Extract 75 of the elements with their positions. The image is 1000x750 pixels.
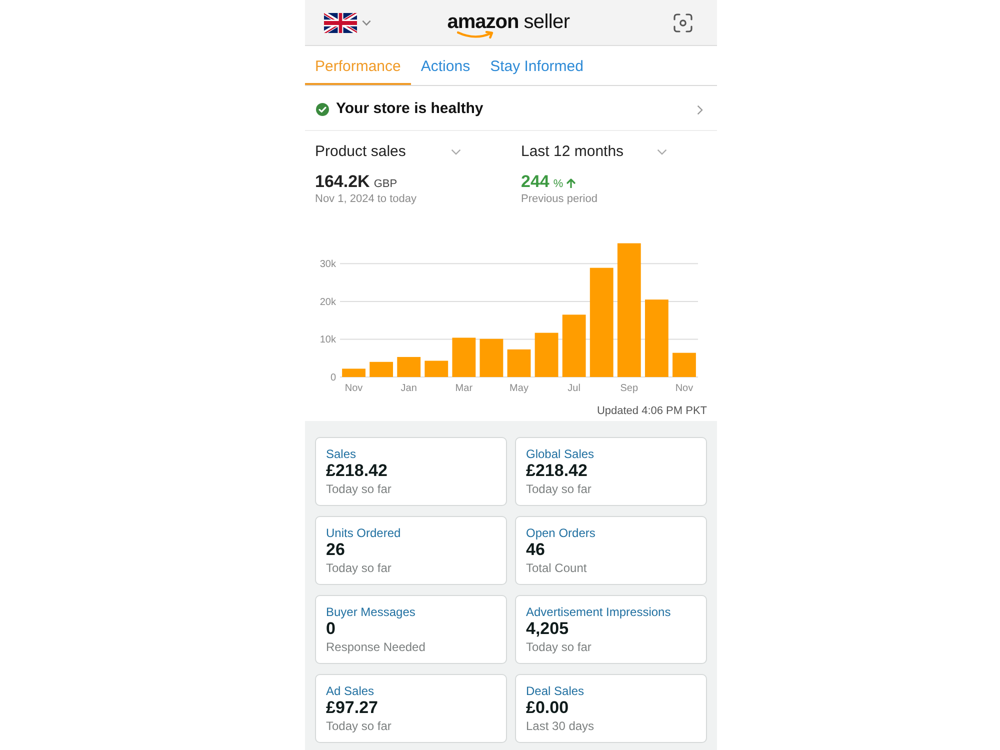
metric-card[interactable]: Buyer Messages 0 Response Needed xyxy=(315,595,507,664)
card-caption: Today so far xyxy=(326,718,392,734)
card-title: Buyer Messages xyxy=(326,605,416,619)
chevron-down-icon[interactable] xyxy=(362,20,371,26)
y-axis-label: 30k xyxy=(320,259,336,270)
y-axis-label: 20k xyxy=(320,296,336,308)
metric-card[interactable]: Sales £218.42 Today so far xyxy=(315,437,507,506)
bar xyxy=(370,362,393,377)
period-dropdown[interactable]: Last 12 months xyxy=(521,142,667,162)
card-caption: Response Needed xyxy=(326,639,426,655)
y-axis-label: 10k xyxy=(320,334,336,346)
date-range-text: Nov 1, 2024 to today xyxy=(315,193,418,206)
card-caption: Total Count xyxy=(526,560,587,576)
x-axis-label: Mar xyxy=(455,383,473,394)
card-value: £218.42 xyxy=(326,461,388,481)
x-axis-label: Jul xyxy=(568,383,580,394)
percent-unit: % xyxy=(553,177,564,192)
metric-card[interactable]: Global Sales £218.42 Today so far xyxy=(515,437,707,506)
metric-card[interactable]: Advertisement Impressions 4,205 Today so far xyxy=(515,595,707,664)
card-title: Open Orders xyxy=(526,526,596,540)
bar xyxy=(342,368,366,377)
change-value: 244 xyxy=(521,173,550,191)
updated-time-text: Updated 4:06 PM PKT xyxy=(596,404,707,418)
metric-card[interactable]: Open Orders 46 Total Count xyxy=(515,516,707,585)
card-title: Ad Sales xyxy=(326,684,374,698)
x-axis-label: Nov xyxy=(675,383,694,394)
card-title: Deal Sales xyxy=(526,684,584,698)
comparison-caption: Previous period xyxy=(521,193,598,206)
bar xyxy=(672,352,696,377)
card-caption: Last 30 days xyxy=(526,718,594,734)
card-title: Global Sales xyxy=(526,447,594,461)
bar xyxy=(534,332,558,377)
card-value: 26 xyxy=(326,540,345,560)
chevron-down-icon[interactable] xyxy=(657,149,667,155)
card-value: 46 xyxy=(526,540,545,560)
y-axis-label: 0 xyxy=(330,372,336,384)
x-axis-label: Jan xyxy=(400,383,417,394)
tab[interactable]: Actions xyxy=(410,46,480,85)
x-axis-label: Sep xyxy=(620,383,638,394)
card-caption: Today so far xyxy=(526,639,592,655)
bar xyxy=(562,314,586,377)
metric-dropdown[interactable]: Product sales xyxy=(315,142,461,162)
logo-brand-text: amazon xyxy=(447,10,519,34)
store-health-status[interactable]: Your store is healthy xyxy=(336,98,484,121)
x-axis-label: Nov xyxy=(344,383,363,394)
metric-card[interactable]: Ad Sales £97.27 Today so far xyxy=(315,674,507,743)
card-caption: Today so far xyxy=(326,560,392,576)
tab[interactable]: Stay Informed xyxy=(480,46,594,85)
chevron-right-icon[interactable] xyxy=(697,104,703,114)
bar xyxy=(397,356,421,377)
card-value: £218.42 xyxy=(526,461,588,481)
x-axis-label: May xyxy=(510,383,528,394)
card-title: Sales xyxy=(326,447,356,461)
card-title: Units Ordered xyxy=(326,526,401,540)
bar xyxy=(452,338,476,377)
smile-arrow-icon xyxy=(457,30,496,38)
card-value: 0 xyxy=(326,619,336,639)
uk-flag-icon[interactable] xyxy=(324,12,357,32)
bar xyxy=(480,338,504,377)
metric-card[interactable]: Deal Sales £0.00 Last 30 days xyxy=(515,674,707,743)
scan-icon[interactable] xyxy=(673,12,693,32)
card-caption: Today so far xyxy=(526,481,592,497)
metric-card[interactable]: Units Ordered 26 Today so far xyxy=(315,516,507,585)
card-value: £0.00 xyxy=(526,698,569,718)
bar xyxy=(507,349,531,377)
currency-label: GBP xyxy=(374,177,398,192)
card-value: 4,205 xyxy=(526,619,569,639)
chevron-down-icon[interactable] xyxy=(451,149,461,155)
check-circle-icon xyxy=(316,103,329,116)
bar xyxy=(424,360,448,377)
logo-product-text: seller xyxy=(524,10,570,34)
card-title: Advertisement Impressions xyxy=(526,605,671,619)
card-value: £97.27 xyxy=(326,698,378,718)
card-caption: Today so far xyxy=(326,481,392,497)
total-sales-value: 164.2K xyxy=(315,173,370,191)
